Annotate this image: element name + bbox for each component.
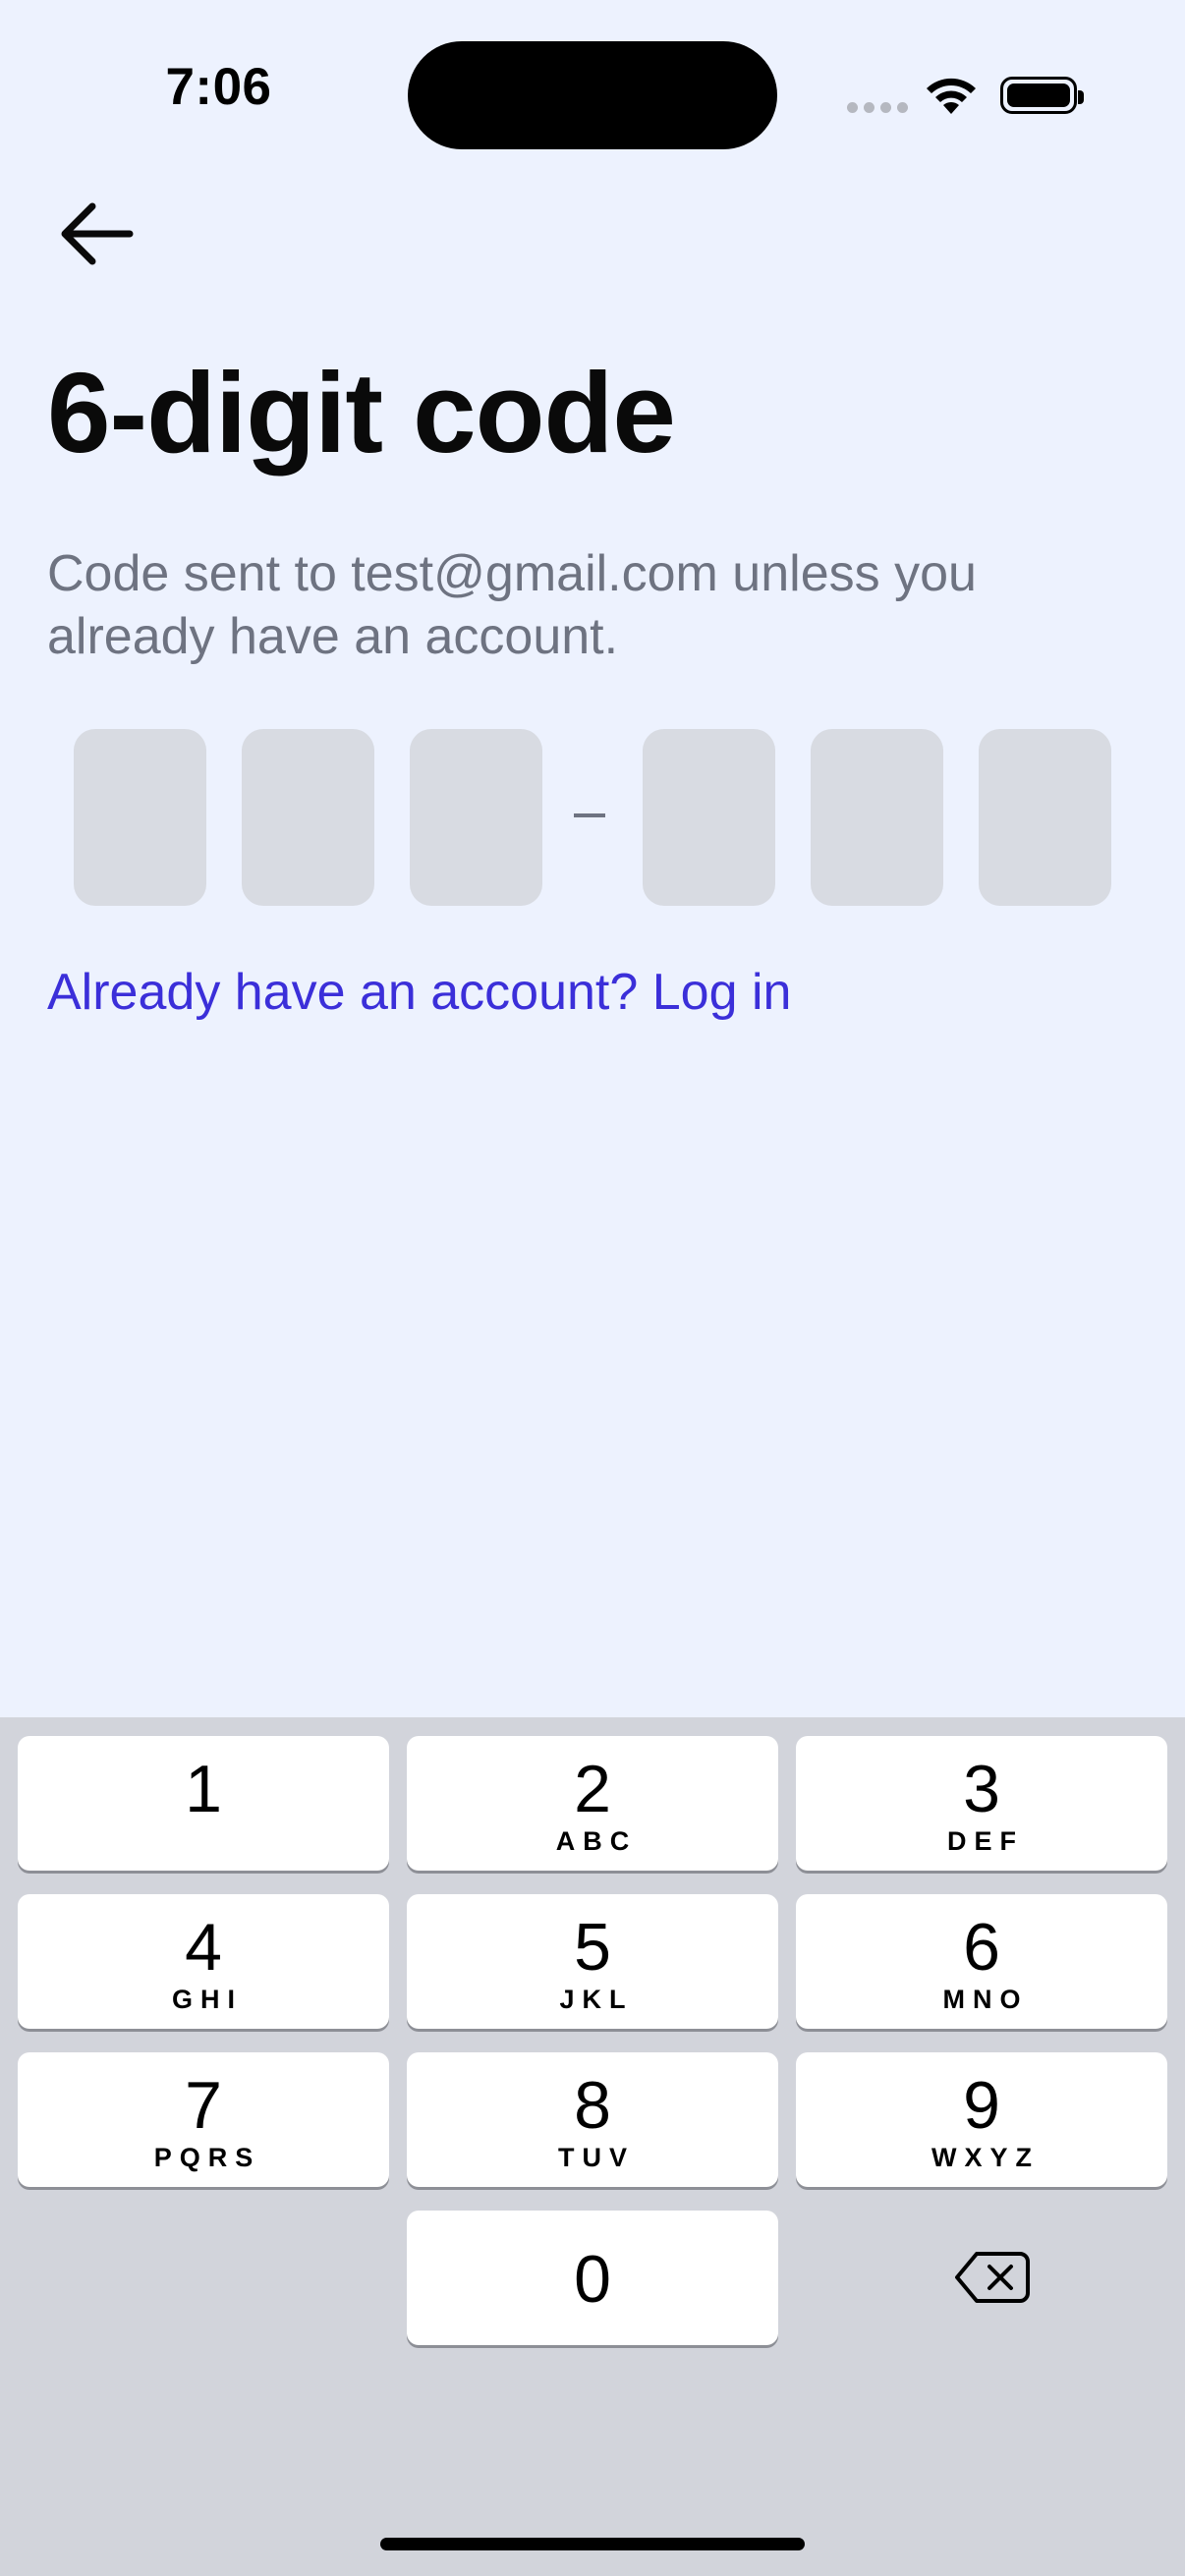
key-digit: 7 [185, 2068, 222, 2143]
key-letters: GHI [171, 1985, 243, 2014]
delete-backspace-icon [955, 2252, 1030, 2303]
backspace-button[interactable] [796, 2193, 1167, 2327]
key-digit: 9 [963, 2068, 1000, 2143]
code-digit-box-5[interactable] [811, 729, 943, 906]
code-input [74, 729, 1111, 906]
key-letters: MNO [942, 1985, 1029, 2014]
arrow-left-icon [61, 202, 134, 265]
key-digit: 4 [185, 1910, 222, 1985]
key-4[interactable]: 4 GHI [18, 1894, 389, 2029]
key-9[interactable]: 9 WXYZ [796, 2052, 1167, 2187]
code-separator [574, 813, 605, 817]
key-7[interactable]: 7 PQRS [18, 2052, 389, 2187]
page-title: 6-digit code [47, 349, 676, 476]
code-digit-box-2[interactable] [242, 729, 374, 906]
key-digit: 6 [963, 1910, 1000, 1985]
key-2[interactable]: 2 ABC [407, 1736, 778, 1871]
key-letters: WXYZ [931, 2143, 1040, 2172]
key-6[interactable]: 6 MNO [796, 1894, 1167, 2029]
key-digit: 1 [185, 1752, 222, 1826]
key-digit: 5 [574, 1910, 611, 1985]
code-digit-box-3[interactable] [410, 729, 542, 906]
key-letters: ABC [555, 1826, 638, 1856]
key-letters: TUV [558, 2143, 635, 2172]
key-3[interactable]: 3 DEF [796, 1736, 1167, 1871]
subtitle-text: Code sent to test@gmail.com unless you a… [47, 545, 977, 665]
code-digit-box-4[interactable] [643, 729, 775, 906]
key-digit: 0 [574, 2242, 611, 2317]
login-link[interactable]: Already have an account? Log in [47, 963, 791, 1022]
key-letters: PQRS [153, 2143, 261, 2172]
back-button[interactable] [55, 193, 138, 275]
key-digit: 8 [574, 2068, 611, 2143]
battery-full-icon [1000, 77, 1084, 114]
key-letters: DEF [947, 1826, 1024, 1856]
code-digit-box-6[interactable] [979, 729, 1111, 906]
key-digit: 3 [963, 1752, 1000, 1826]
status-bar: 7:06 [0, 0, 1185, 187]
code-digit-box-1[interactable] [74, 729, 206, 906]
wifi-icon [924, 75, 979, 121]
key-5[interactable]: 5 JKL [407, 1894, 778, 2029]
status-time: 7:06 [165, 58, 272, 116]
key-8[interactable]: 8 TUV [407, 2052, 778, 2187]
key-0[interactable]: 0 [407, 2211, 778, 2345]
dynamic-island [408, 41, 777, 149]
key-letters: JKL [559, 1985, 634, 2014]
home-indicator[interactable] [380, 2538, 805, 2550]
key-digit: 2 [574, 1752, 611, 1826]
key-1[interactable]: 1 [18, 1736, 389, 1871]
cellular-dots-icon [847, 102, 908, 113]
